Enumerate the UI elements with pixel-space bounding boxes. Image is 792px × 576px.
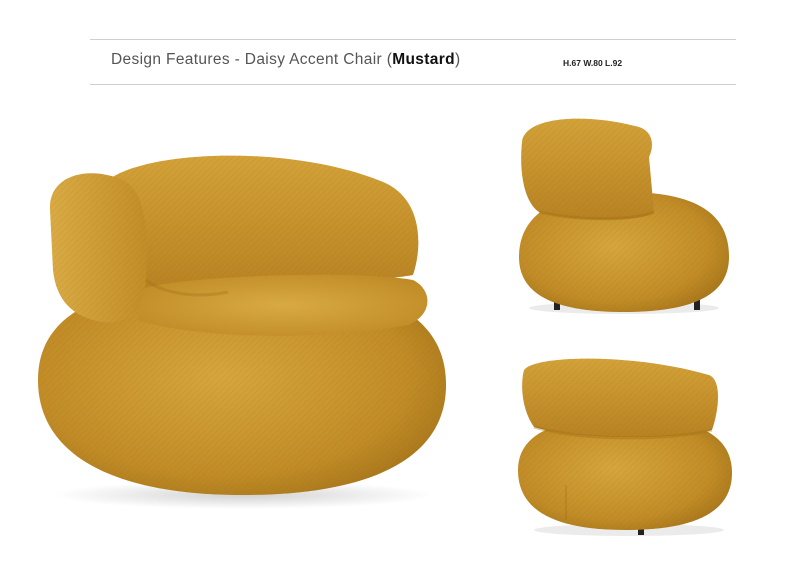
header-bottom-rule (90, 84, 736, 85)
title-prefix: Design Features - Daisy Accent Chair ( (111, 51, 393, 68)
chair-main-view-image (28, 140, 458, 520)
dimensions-label: H.67 W.80 L.92 (563, 58, 623, 68)
chair-back-view-image (514, 355, 734, 540)
page-title: Design Features - Daisy Accent Chair (Mu… (111, 51, 460, 69)
header-top-rule (90, 39, 736, 40)
title-suffix: ) (454, 51, 461, 68)
title-color-name: Mustard (392, 51, 455, 68)
chair-seat-cushion (138, 274, 428, 336)
chair-side-view-image (514, 112, 734, 317)
